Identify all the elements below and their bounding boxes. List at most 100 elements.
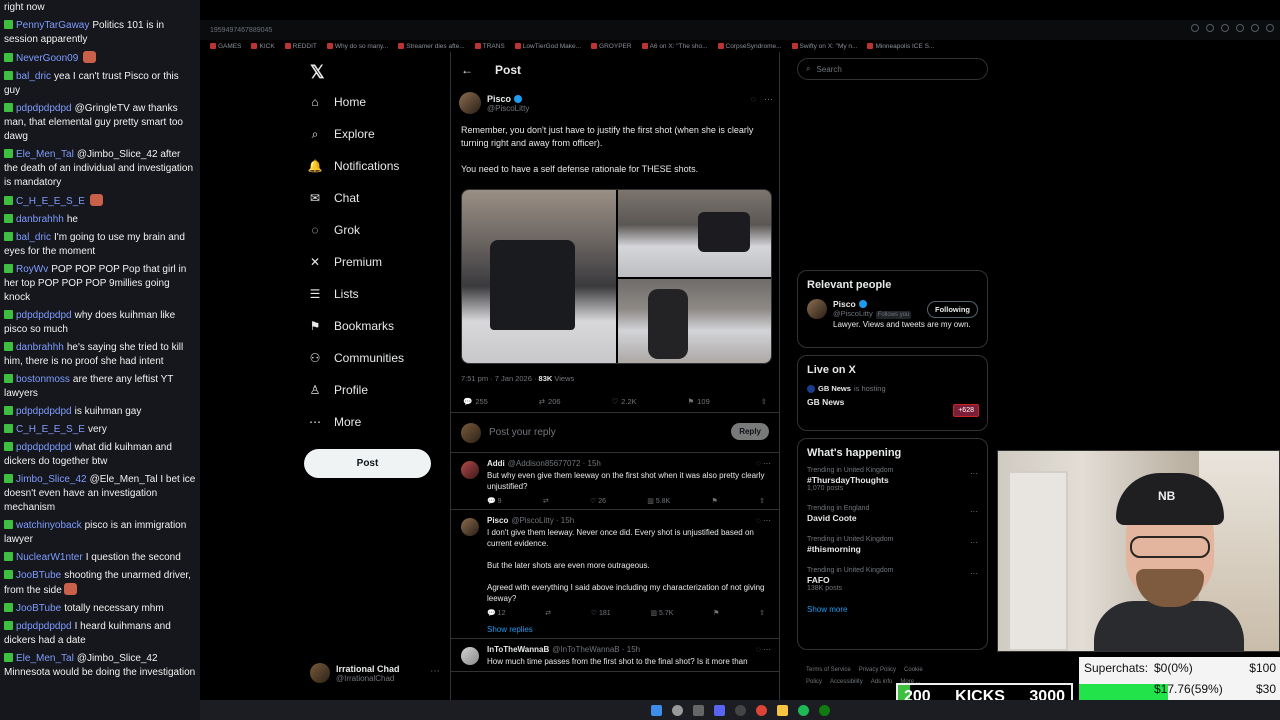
bookmark-item[interactable]: GROYPER xyxy=(591,40,632,52)
avatar[interactable] xyxy=(461,647,479,665)
bookmark-icon[interactable]: ⚑ xyxy=(713,609,719,617)
like-action[interactable]: ♡ 181 xyxy=(591,609,611,617)
author-name[interactable]: Pisco xyxy=(487,94,511,104)
file-explorer-icon[interactable] xyxy=(776,704,788,716)
more-options-icon[interactable]: ◌ ⋯ xyxy=(756,516,771,525)
chrome-icon[interactable] xyxy=(755,704,767,716)
chat-username[interactable]: pdpdpdpdpd xyxy=(16,621,72,632)
chat-username[interactable]: RoyWv xyxy=(16,264,48,275)
show-replies-link[interactable]: Show replies xyxy=(487,625,771,634)
nav-item-home[interactable]: ⌂ Home xyxy=(308,90,366,114)
chat-username[interactable]: pdpdpdpdpd xyxy=(16,103,72,114)
x-logo-icon[interactable]: 𝕏 xyxy=(310,62,325,83)
bookmark-icon[interactable]: ⚑ xyxy=(712,497,718,505)
address-bar[interactable]: 1959497467889045 xyxy=(210,27,272,34)
more-options-icon[interactable]: ⋯ xyxy=(970,538,978,547)
repost-action[interactable]: ⇄ 206 xyxy=(539,397,561,406)
views-action[interactable]: ▥ 5.8K xyxy=(647,497,670,505)
reply-author-name[interactable]: Pisco xyxy=(487,516,508,525)
chat-username[interactable]: Ele_Men_Tal xyxy=(16,149,74,160)
chat-username[interactable]: C_H_E_E_S_E xyxy=(16,424,85,435)
avatar[interactable] xyxy=(461,518,479,536)
like-action[interactable]: ♡ 2.2K xyxy=(611,397,636,406)
chat-username[interactable]: NeverGoon09 xyxy=(16,53,78,64)
chat-username[interactable]: JooBTube xyxy=(16,570,61,581)
bookmark-item[interactable]: GAMES xyxy=(210,40,241,52)
trend-item[interactable]: Trending in United Kingdom FAFO 138K posts… xyxy=(807,567,978,592)
post-button[interactable]: Post xyxy=(304,449,431,478)
nav-item-bookmarks[interactable]: ⚑ Bookmarks xyxy=(308,314,394,338)
grok-icon[interactable]: ◌ xyxy=(751,94,756,105)
author-handle[interactable]: @PiscoLitty xyxy=(487,104,529,113)
bookmark-item[interactable]: A6 on X: "The sho... xyxy=(641,40,708,52)
reply-author-name[interactable]: InToTheWannaB xyxy=(487,645,549,654)
repost-action[interactable]: ⇄ xyxy=(545,609,551,617)
footer-link[interactable]: Accessibility xyxy=(830,679,863,685)
heart-icon[interactable] xyxy=(1251,24,1259,32)
chat-username[interactable]: danbrahhh xyxy=(16,214,64,225)
nav-item-premium[interactable]: ✕ Premium xyxy=(308,250,382,274)
reply-action[interactable]: 💬 12 xyxy=(487,609,505,617)
more-options-icon[interactable]: ◌ ⋯ xyxy=(756,459,771,468)
chat-username[interactable]: C_H_E_E_S_E xyxy=(16,196,85,207)
discord-icon[interactable] xyxy=(713,704,725,716)
bookmark-item[interactable]: Streamer dies afte... xyxy=(398,40,465,52)
media-image[interactable] xyxy=(618,279,771,363)
trend-item[interactable]: Trending in United Kingdom #thismorning ⋯ xyxy=(807,536,978,554)
more-options-icon[interactable]: ⋯ xyxy=(970,469,978,478)
following-button[interactable]: Following xyxy=(927,301,978,318)
footer-link[interactable]: Ads info xyxy=(871,679,893,685)
reply-action[interactable]: 💬 9 xyxy=(487,497,502,505)
chat-username[interactable]: PennyTarGaway xyxy=(16,20,89,31)
menu-icon[interactable] xyxy=(1266,24,1274,32)
chat-username[interactable]: bostonmoss xyxy=(16,374,70,385)
share-icon[interactable]: ⇧ xyxy=(759,497,765,505)
avatar[interactable] xyxy=(461,461,479,479)
search-input[interactable]: ⌕ Search xyxy=(797,58,988,80)
trend-item[interactable]: Trending in United Kingdom #ThursdayThoug… xyxy=(807,467,978,492)
repost-action[interactable]: ⇄ xyxy=(543,497,549,505)
bookmark-item[interactable]: Why do so many... xyxy=(326,40,388,52)
windows-start-icon[interactable] xyxy=(650,704,662,716)
nav-item-notifications[interactable]: 🔔 Notifications xyxy=(308,154,400,178)
show-more-link[interactable]: Show more xyxy=(807,605,978,614)
chat-username[interactable]: JooBTube xyxy=(16,603,61,614)
chat-username[interactable]: watchinyoback xyxy=(16,520,82,531)
chat-username[interactable]: NuclearW1nter xyxy=(16,552,83,563)
nav-item-lists[interactable]: ☰ Lists xyxy=(308,282,359,306)
chat-username[interactable]: pdpdpdpdpd xyxy=(16,442,72,453)
chat-username[interactable]: bal_dric xyxy=(16,232,51,243)
chat-username[interactable]: danbrahhh xyxy=(16,342,64,353)
nav-item-explore[interactable]: ⌕ Explore xyxy=(308,122,375,146)
more-options-icon[interactable]: ⋯ xyxy=(970,507,978,516)
star-icon[interactable] xyxy=(1221,24,1229,32)
nav-item-more[interactable]: ⋯ More xyxy=(308,410,361,434)
share-icon[interactable]: ⇧ xyxy=(761,397,767,406)
shield-icon[interactable] xyxy=(1236,24,1244,32)
bookmark-action[interactable]: ⚑ 109 xyxy=(688,397,710,406)
search-icon[interactable] xyxy=(671,704,683,716)
bookmark-item[interactable]: REDDIT xyxy=(284,40,317,52)
more-options-icon[interactable]: ⋯ xyxy=(970,569,978,578)
footer-link[interactable]: Privacy Policy xyxy=(859,667,896,673)
share-icon[interactable]: ⇧ xyxy=(759,609,765,617)
reply-author-name[interactable]: Addi xyxy=(487,459,505,468)
chat-username[interactable]: pdpdpdpdpd xyxy=(16,406,72,417)
chat-username[interactable]: Jimbo_Slice_42 xyxy=(16,474,87,485)
reply-action[interactable]: 💬 255 xyxy=(463,397,488,406)
chat-username[interactable]: pdpdpdpdpd xyxy=(16,310,72,321)
more-options-icon[interactable]: ⋯ xyxy=(430,666,440,677)
bookmark-item[interactable]: Minneapolis ICE S... xyxy=(867,40,934,52)
reply-input[interactable]: Post your reply xyxy=(489,427,556,438)
xbox-icon[interactable] xyxy=(818,704,830,716)
nav-item-chat[interactable]: ✉ Chat xyxy=(308,186,359,210)
bookmark-item[interactable]: Swifty on X: "My n... xyxy=(791,40,857,52)
chat-username[interactable]: bal_dric xyxy=(16,71,51,82)
footer-link[interactable]: Terms of Service xyxy=(806,667,851,673)
task-view-icon[interactable] xyxy=(692,704,704,716)
like-action[interactable]: ♡ 26 xyxy=(590,497,606,505)
avatar[interactable] xyxy=(807,299,827,319)
media-image[interactable] xyxy=(462,190,616,363)
back-arrow-icon[interactable]: ← xyxy=(461,63,473,77)
more-options-icon[interactable]: ◌ ⋯ xyxy=(756,645,771,654)
